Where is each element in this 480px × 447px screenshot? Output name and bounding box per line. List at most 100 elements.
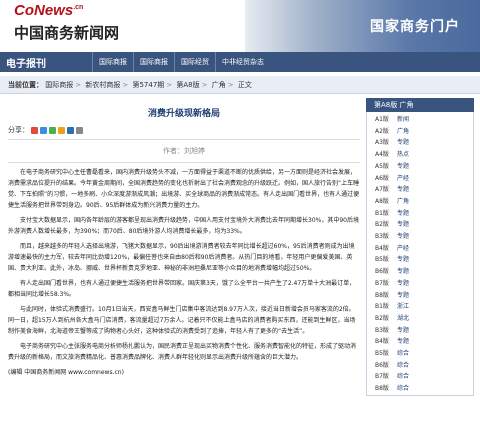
sidebar-edition-item[interactable]: B4版 产经 <box>375 243 473 255</box>
edition-name: 专题 <box>397 291 410 299</box>
edition-name: 专题 <box>397 233 410 241</box>
edition-number: A8版 <box>375 197 389 205</box>
article-paragraph: 而且，越来越多的年轻人选择出境游，飞猪大数据显示，90后出境游消费者较去年同比增… <box>8 243 355 272</box>
edition-number: B3版 <box>375 326 389 334</box>
sidebar-edition-item[interactable]: B1版 浙江 <box>375 301 473 313</box>
sidebar-edition-item[interactable]: A8版 广角 <box>375 196 473 208</box>
breadcrumb-item[interactable]: 新农村商报 <box>85 81 120 89</box>
sidebar-header: 第A8版 广角 <box>366 98 474 112</box>
sidebar-edition-item[interactable]: A6版 产经 <box>375 173 473 185</box>
edition-number: B4版 <box>375 244 389 252</box>
sidebar-edition-item[interactable]: B5版 综合 <box>375 348 473 360</box>
sidebar-edition-item[interactable]: A5版 专题 <box>375 161 473 173</box>
nav-title: 电子报刊 <box>6 59 46 70</box>
edition-number: A2版 <box>375 127 389 135</box>
article-main: 消费升级现新格局 分享： 作者：刘旭婷 在电子商务研究中心主任曹磊看来，国内消费… <box>8 98 360 443</box>
breadcrumb-label: 当前位置： <box>8 81 43 89</box>
edition-number: B6版 <box>375 361 389 369</box>
article-paragraph: 电子商务研究中心主张服务电商分析师杨扎鹏认为，国民消费正呈现出买物消费个性化、服… <box>8 343 357 361</box>
nav-item[interactable]: 国际经贸 <box>174 52 215 72</box>
logo-text-en: CoNews <box>14 2 74 19</box>
edition-name: 专题 <box>397 209 410 217</box>
sidebar-edition-item[interactable]: A1版 新闻 <box>375 114 473 126</box>
edition-name: 湖北 <box>397 314 410 322</box>
sidebar-edition-item[interactable]: B8版 专题 <box>375 290 473 302</box>
sidebar-edition-item[interactable]: B7版 综合 <box>375 371 473 383</box>
edition-number: B3版 <box>375 233 389 241</box>
sidebar-edition-item[interactable]: B6版 综合 <box>375 360 473 372</box>
edition-name: 专题 <box>397 338 410 346</box>
edition-number: A1版 <box>375 116 389 123</box>
edition-number: B8版 <box>375 291 389 299</box>
article-source: (编辑 中国商务新闻网 www.comnews.cn) <box>8 369 124 376</box>
edition-name: 综合 <box>397 385 410 393</box>
edition-name: 浙江 <box>397 303 410 311</box>
sidebar-edition-item[interactable]: B6版 专题 <box>375 266 473 278</box>
logo-domain: .cn <box>73 4 84 11</box>
sidebar-edition-item[interactable]: B7版 专题 <box>375 278 473 290</box>
edition-name: 专题 <box>397 268 410 276</box>
breadcrumb-item[interactable]: 第5747期 <box>132 81 164 89</box>
sidebar-edition-item[interactable]: B3版 专题 <box>375 325 473 337</box>
edition-number: A4版 <box>375 151 389 159</box>
edition-number: B2版 <box>375 314 389 322</box>
edition-name: 综合 <box>397 361 410 369</box>
edition-list: A1版 新闻 A2版 广角 A3版 专题 A4版 热点 A5版 专题 A6版 产经 A7版 专题 A8版 广角… <box>366 112 474 396</box>
sidebar-edition-item[interactable]: A4版 热点 <box>375 149 473 161</box>
top-nav: 电子报刊 国际商报 国际商报 国际经贸 中非经贸杂志 <box>0 52 480 72</box>
sidebar-edition-item[interactable]: B4版 专题 <box>375 336 473 348</box>
breadcrumb-item[interactable]: 第A8版 <box>176 81 199 89</box>
header-banner: 国家商务门户 <box>245 0 480 52</box>
edition-number: B5版 <box>375 350 389 358</box>
breadcrumb-item[interactable]: 国际商报 <box>45 81 73 89</box>
divider <box>8 162 360 163</box>
article-paragraph: 支付宝大数据显示，国内各年龄层的游客都呈现出消费升级趋势，中国人用支付宝境外大消… <box>8 217 359 235</box>
sidebar-edition-item[interactable]: A2版 广角 <box>375 126 473 138</box>
qzone-share-icon[interactable] <box>40 126 47 134</box>
article-author: 作者：刘旭婷 <box>163 147 205 155</box>
nav-item[interactable]: 中非经贸杂志 <box>215 52 270 72</box>
edition-sidebar: 第A8版 广角 A1版 新闻 A2版 广角 A3版 专题 A4版 热点 A5版 专题 A6版 产经 A7… <box>366 98 474 447</box>
edition-number: B1版 <box>375 303 389 311</box>
sidebar-edition-item[interactable]: B2版 湖北 <box>375 313 473 325</box>
site-header: CoNews.cn 中国商务新闻网 国家商务门户 <box>0 0 480 52</box>
edition-name: 综合 <box>397 350 410 358</box>
article-body: 在电子商务研究中心主任曹磊看来，国内消费升级势头不减，一方面得益于渠道不断的优质… <box>8 167 360 378</box>
sidebar-edition-item[interactable]: A7版 专题 <box>375 184 473 196</box>
more-share-icon[interactable] <box>76 126 83 134</box>
portal-title: 国家商务门户 <box>370 19 460 35</box>
site-logo[interactable]: CoNews.cn <box>14 2 83 19</box>
breadcrumb-item[interactable]: 广角 <box>212 81 226 89</box>
site-name: 中国商务新闻网 <box>14 24 120 42</box>
weibo-share-icon[interactable] <box>31 126 38 134</box>
edition-name: 专题 <box>397 221 410 229</box>
edition-name: 综合 <box>397 373 410 381</box>
share-label: 分享： <box>8 126 29 134</box>
article-title: 消费升级现新格局 <box>147 109 220 119</box>
sidebar-edition-item[interactable]: B8版 综合 <box>375 383 473 395</box>
sidebar-edition-item[interactable]: B2版 专题 <box>375 219 473 231</box>
article-paragraph: 有人走出国门看世界，也有人通过便捷生活服务把世界带回家。国庆第3天，饿了么全平台… <box>8 280 356 298</box>
tqq-share-icon[interactable] <box>67 126 74 134</box>
edition-name: 新闻 <box>397 116 410 123</box>
wechat-share-icon[interactable] <box>49 126 56 134</box>
nav-item[interactable]: 国际商报 <box>92 52 133 72</box>
edition-name: 产经 <box>397 244 410 252</box>
nav-item[interactable]: 国际商报 <box>133 52 174 72</box>
edition-number: B4版 <box>375 338 389 346</box>
edition-number: B2版 <box>375 221 389 229</box>
sidebar-edition-item[interactable]: A3版 专题 <box>375 137 473 149</box>
edition-name: 产经 <box>397 174 410 182</box>
breadcrumb-item: 正文 <box>237 81 252 89</box>
sidebar-edition-item[interactable]: B3版 专题 <box>375 231 473 243</box>
nav-items: 国际商报 国际商报 国际经贸 中非经贸杂志 <box>92 52 270 72</box>
renren-share-icon[interactable] <box>58 126 65 134</box>
edition-number: B6版 <box>375 268 389 276</box>
edition-name: 专题 <box>397 279 410 287</box>
breadcrumb: 当前位置： 国际商报 > 新农村商报 > 第5747期 > 第A8版 > 广角 > 正文 <box>0 76 480 94</box>
edition-number: B1版 <box>375 209 389 217</box>
edition-number: B8版 <box>375 385 389 393</box>
sidebar-edition-item[interactable]: B5版 专题 <box>375 254 473 266</box>
edition-name: 专题 <box>397 139 410 147</box>
sidebar-edition-item[interactable]: B1版 专题 <box>375 208 473 220</box>
